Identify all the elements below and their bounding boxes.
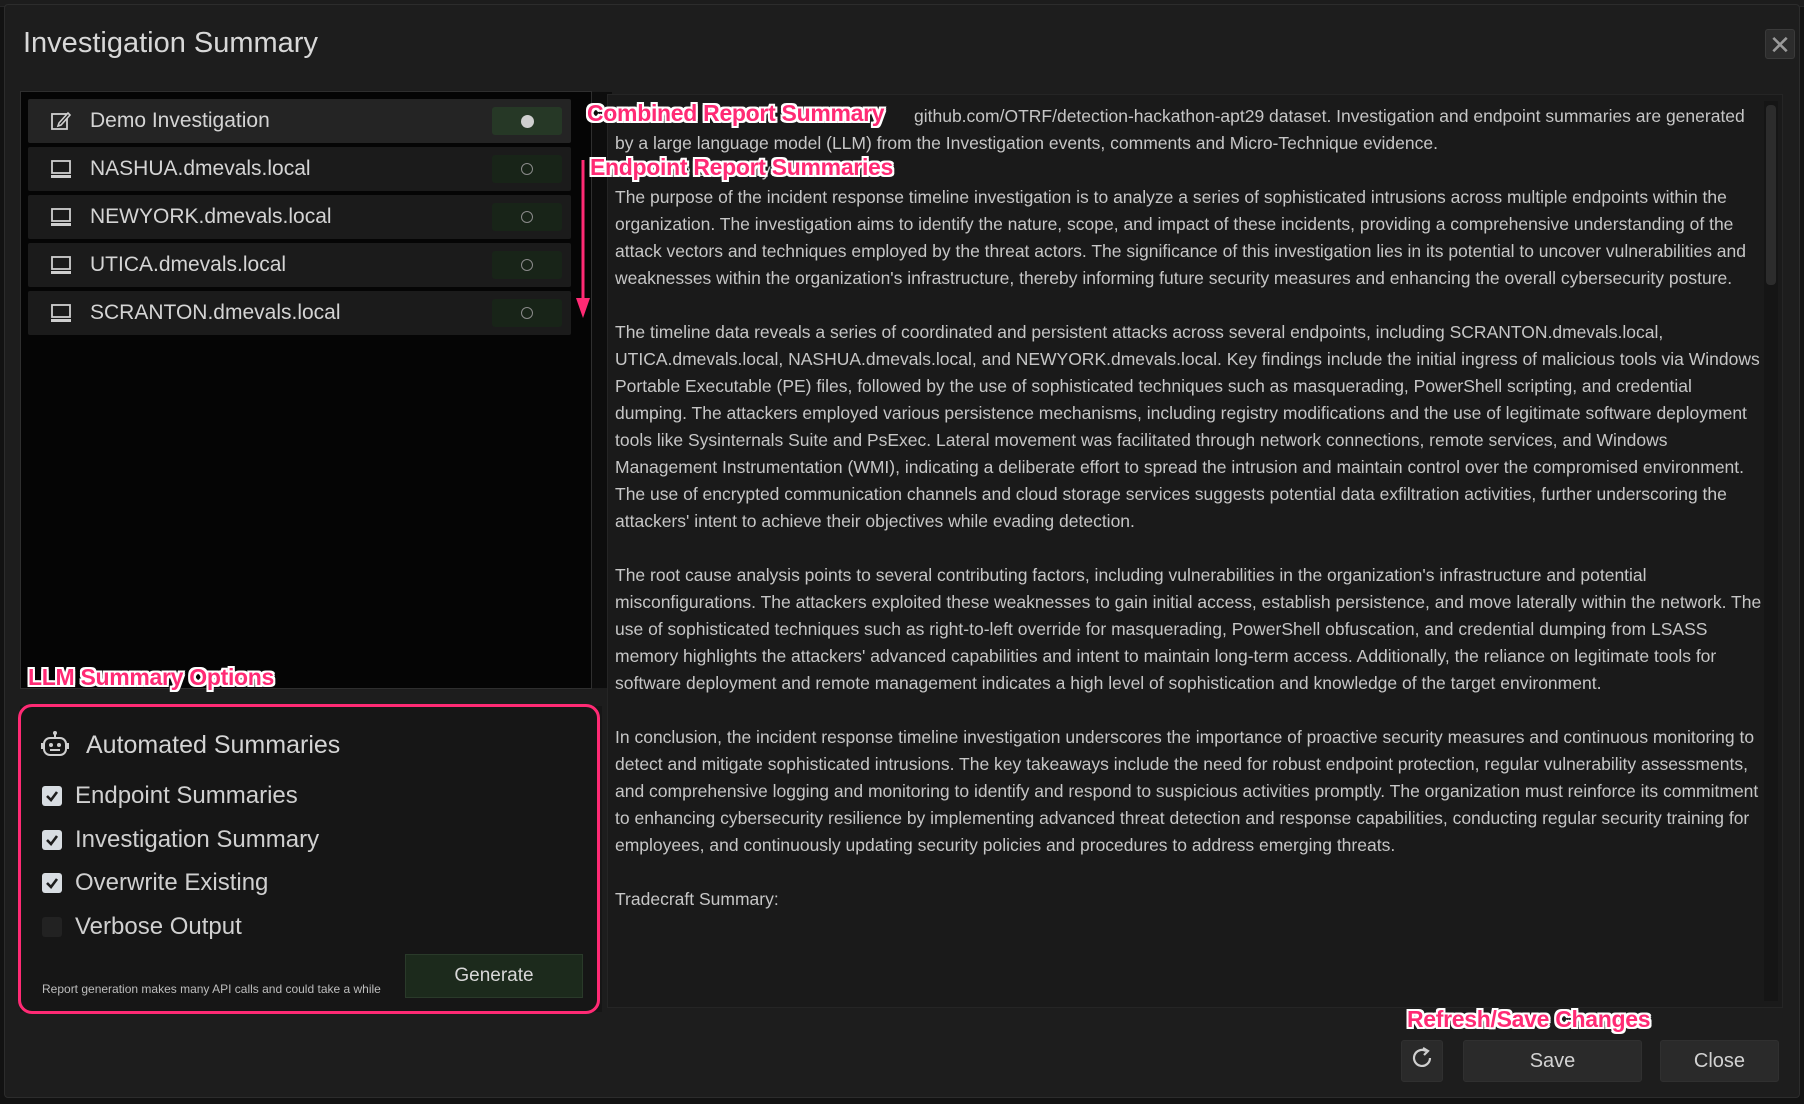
summary-target-list: Demo Investigation NASHUA.dmevals.local … xyxy=(20,91,612,689)
unselected-dot-icon xyxy=(521,259,533,271)
report-select-toggle[interactable] xyxy=(492,107,562,135)
computer-icon xyxy=(50,254,72,276)
report-paragraph: The root cause analysis points to severa… xyxy=(615,565,1762,693)
list-item-label: NEWYORK.dmevals.local xyxy=(90,205,332,228)
list-item-label: Demo Investigation xyxy=(90,109,270,132)
report-select-toggle[interactable] xyxy=(492,203,562,231)
tradecraft-summary-heading: Tradecraft Summary: xyxy=(615,889,779,909)
computer-icon xyxy=(50,206,72,228)
list-item-endpoint[interactable]: SCRANTON.dmevals.local xyxy=(28,291,571,335)
list-item-endpoint[interactable]: UTICA.dmevals.local xyxy=(28,243,571,287)
report-select-toggle[interactable] xyxy=(492,299,562,327)
report-paragraph: The timeline data reveals a series of co… xyxy=(615,322,1760,531)
refresh-button[interactable] xyxy=(1401,1040,1443,1082)
refresh-icon xyxy=(1409,1045,1435,1077)
unselected-dot-icon xyxy=(521,163,533,175)
report-paragraph: The purpose of the incident response tim… xyxy=(615,187,1747,288)
annotation-llm-options: LLM Summary Options xyxy=(28,664,275,690)
unselected-dot-icon xyxy=(521,211,533,223)
annotation-endpoint-reports: Endpoint Report Summaries xyxy=(590,154,894,180)
report-select-toggle[interactable] xyxy=(492,155,562,183)
list-item-label: SCRANTON.dmevals.local xyxy=(90,301,341,324)
list-item-endpoint[interactable]: NASHUA.dmevals.local xyxy=(28,147,571,191)
dialog-close-icon[interactable]: ✕ xyxy=(1765,29,1795,60)
report-body: github.com/OTRF/detection-hackathon-apt2… xyxy=(615,103,1765,913)
selected-dot-icon xyxy=(520,114,534,128)
report-select-toggle[interactable] xyxy=(492,251,562,279)
edit-icon xyxy=(50,110,72,132)
report-scrollbar-thumb[interactable] xyxy=(1766,105,1776,285)
report-paragraph: In conclusion, the incident response tim… xyxy=(615,727,1759,855)
close-button[interactable]: Close xyxy=(1660,1040,1779,1082)
unselected-dot-icon xyxy=(521,307,533,319)
computer-icon xyxy=(50,158,72,180)
save-button[interactable]: Save xyxy=(1463,1040,1642,1082)
list-item-label: UTICA.dmevals.local xyxy=(90,253,287,276)
list-item-label: NASHUA.dmevals.local xyxy=(90,157,311,180)
dialog-title: Investigation Summary xyxy=(23,27,318,59)
report-summary-text[interactable]: github.com/OTRF/detection-hackathon-apt2… xyxy=(607,94,1783,1008)
list-item-demo-investigation[interactable]: Demo Investigation xyxy=(28,99,571,143)
annotation-options-highlight xyxy=(18,704,600,1014)
list-item-endpoint[interactable]: NEWYORK.dmevals.local xyxy=(28,195,571,239)
annotation-down-arrow-icon xyxy=(576,160,590,318)
computer-icon xyxy=(50,302,72,324)
annotation-refresh-save: Refresh/Save Changes xyxy=(1407,1006,1651,1032)
annotation-combined-report: Combined Report Summary xyxy=(587,100,885,126)
